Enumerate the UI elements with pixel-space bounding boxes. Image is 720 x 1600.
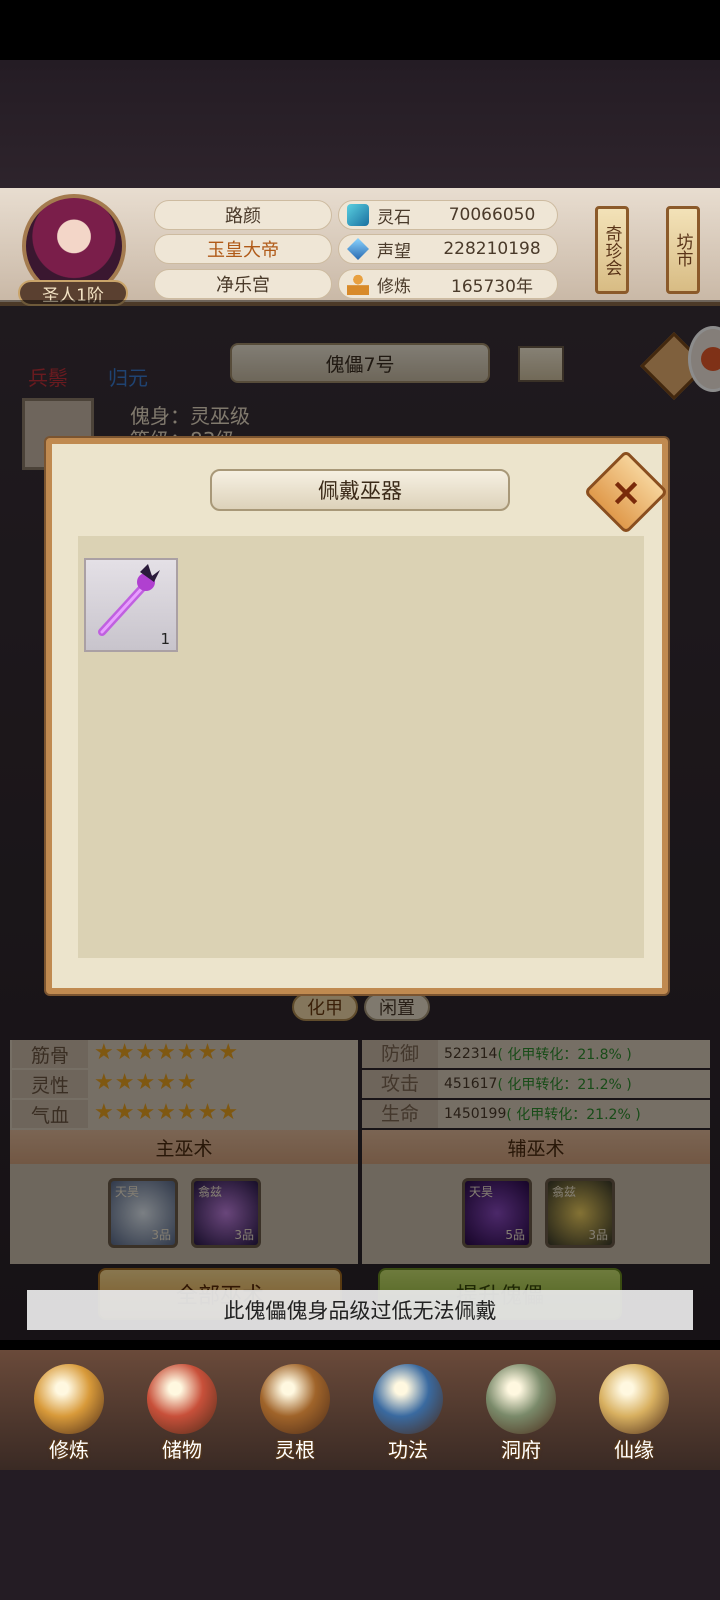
- top-backdrop: [0, 60, 720, 190]
- nav-label: 功法: [388, 1438, 428, 1462]
- cave-mansion-icon: [486, 1364, 556, 1434]
- fame-crystal-icon: [347, 238, 369, 260]
- bottom-backdrop: [0, 1470, 720, 1600]
- nav-label: 洞府: [501, 1438, 541, 1462]
- item-count: 1: [160, 630, 170, 648]
- nav-item-5[interactable]: 仙缘: [579, 1358, 689, 1468]
- resource-spirit-stone: 灵石 70066050: [338, 200, 558, 230]
- nav-item-0[interactable]: 修炼: [14, 1358, 124, 1468]
- resource-fame: 声望 228210198: [338, 234, 558, 264]
- player-name: 路颜: [154, 200, 332, 230]
- nav-item-4[interactable]: 洞府: [466, 1358, 576, 1468]
- immortal-fate-icon: [599, 1364, 669, 1434]
- artifact-item-slot[interactable]: 1: [84, 558, 178, 652]
- nav-label: 仙缘: [614, 1438, 654, 1462]
- market-button[interactable]: 坊市: [666, 206, 700, 294]
- resource-cultivation: 修炼 165730年: [338, 269, 558, 299]
- close-icon[interactable]: ×: [596, 462, 656, 522]
- spirit-root-icon: [260, 1364, 330, 1434]
- cultivate-icon: [34, 1364, 104, 1434]
- meditation-icon: [347, 273, 369, 295]
- nav-item-2[interactable]: 灵根: [240, 1358, 350, 1468]
- toast-message: 此傀儡傀身品级过低无法佩戴: [27, 1290, 693, 1330]
- nav-label: 储物: [162, 1438, 202, 1462]
- player-palace: 净乐宫: [154, 269, 332, 299]
- treasure-pavilion-button[interactable]: 奇珍会: [595, 206, 629, 294]
- modal-title: 佩戴巫器: [210, 469, 510, 511]
- player-title: 玉皇大帝: [154, 234, 332, 264]
- spirit-stone-icon: [347, 204, 369, 226]
- nav-item-3[interactable]: 功法: [353, 1358, 463, 1468]
- technique-book-icon: [373, 1364, 443, 1434]
- nav-label: 灵根: [275, 1438, 315, 1462]
- nav-label: 修炼: [49, 1438, 89, 1462]
- nav-item-1[interactable]: 储物: [127, 1358, 237, 1468]
- storage-bag-icon: [147, 1364, 217, 1434]
